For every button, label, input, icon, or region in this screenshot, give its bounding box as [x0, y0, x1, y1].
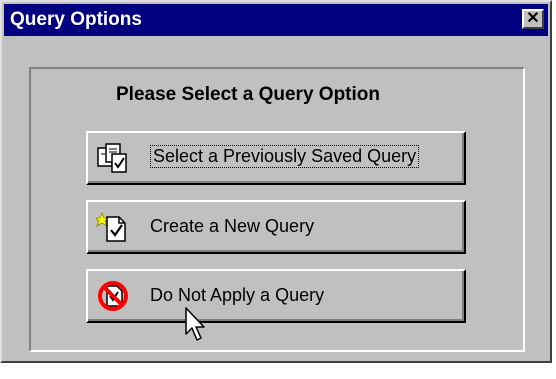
- select-saved-query-label: Select a Previously Saved Query: [150, 145, 420, 168]
- saved-queries-icon: [97, 143, 127, 173]
- select-saved-query-button[interactable]: Select a Previously Saved Query: [86, 131, 466, 185]
- do-not-apply-query-label: Do Not Apply a Query: [150, 285, 325, 305]
- close-icon: ✕: [526, 10, 540, 27]
- new-query-icon: [96, 211, 126, 242]
- close-button[interactable]: ✕: [522, 9, 544, 29]
- dialog-heading: Please Select a Query Option: [116, 84, 380, 105]
- create-new-query-label: Create a New Query: [150, 216, 315, 236]
- title-bar[interactable]: Query Options ✕: [4, 4, 548, 36]
- no-query-icon: [98, 281, 128, 311]
- window-title: Query Options: [10, 9, 142, 30]
- create-new-query-button[interactable]: Create a New Query: [86, 200, 466, 254]
- do-not-apply-query-button[interactable]: Do Not Apply a Query: [86, 269, 466, 323]
- mouse-cursor-icon: [185, 307, 205, 341]
